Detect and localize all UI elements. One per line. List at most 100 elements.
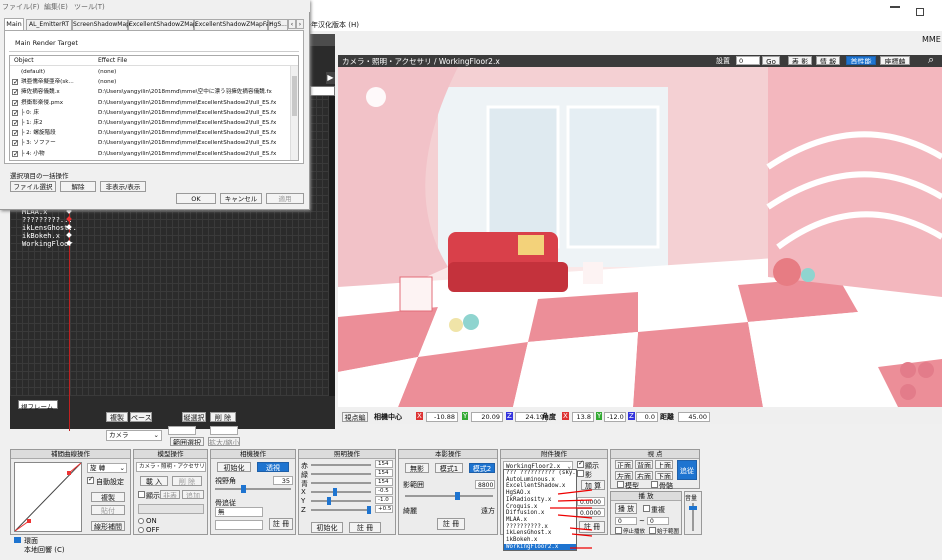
bone-follow-sub-select[interactable] — [215, 520, 263, 530]
light-x-input[interactable]: -0.5 — [375, 487, 393, 495]
center-y-input[interactable]: 20.09 — [471, 412, 503, 422]
effect-list[interactable]: Object Effect File (default)(none)琪亜儒帝擬亜… — [9, 55, 299, 161]
curve-handle-start[interactable] — [27, 519, 31, 523]
interp-type-select[interactable]: 旋 轉 ⌄ — [87, 463, 127, 473]
light-y-input[interactable]: -1.0 — [375, 496, 393, 504]
vertical-select-button[interactable]: 縦選択 — [182, 412, 206, 422]
apply-button[interactable]: 適用 — [266, 193, 304, 204]
timeline-search-box[interactable] — [310, 86, 335, 96]
angle-z-input[interactable]: 0.0 — [636, 412, 658, 422]
range-to-input[interactable] — [210, 426, 238, 435]
effect-row[interactable]: 摂衝彰楽侵.pmx D:\Users\yangyilin\2018mmd\mme\… — [10, 98, 290, 108]
play-to-input[interactable]: 0 — [647, 517, 669, 525]
light-y-slider[interactable] — [311, 500, 371, 502]
effect-row-checkbox[interactable] — [12, 108, 19, 118]
add-button[interactable]: 追加 — [182, 490, 204, 499]
shadow-range-thumb[interactable] — [455, 492, 460, 500]
model-view-checkbox[interactable] — [617, 481, 624, 488]
tab-main[interactable]: Main — [4, 18, 24, 30]
effect-row-checkbox[interactable] — [12, 87, 19, 97]
green-slider[interactable] — [311, 473, 371, 475]
center-x-input[interactable]: -10.88 — [426, 412, 458, 422]
light-register-button[interactable]: 註 冊 — [349, 522, 381, 533]
range-select-button[interactable]: 範囲選択 — [170, 437, 204, 446]
paste-button[interactable]: ペースト — [130, 412, 152, 422]
menu-file[interactable]: ファイル(F) — [2, 2, 40, 12]
camera-register-button[interactable]: 註 冊 — [269, 518, 293, 530]
distance-input[interactable]: 45.00 — [678, 412, 710, 422]
right-view-button[interactable]: 右面 — [635, 471, 653, 480]
view-angle-slider-thumb[interactable] — [241, 485, 246, 493]
tab-hgs[interactable]: HgS... — [268, 19, 288, 30]
file-select-button[interactable]: ファイル選択 — [10, 181, 56, 192]
col-object-header[interactable]: Object — [14, 57, 34, 64]
tab-scroll-left[interactable]: ‹ — [288, 19, 296, 29]
effect-list-scrollbar[interactable] — [290, 66, 298, 160]
light-init-button[interactable]: 初始化 — [311, 522, 343, 533]
top-view-button[interactable]: 上面 — [655, 460, 673, 469]
model-delete-button[interactable]: 削 除 — [172, 476, 202, 486]
info-button[interactable]: 情 報 — [816, 56, 840, 65]
effect-row[interactable]: ├ 2: 螺旋階段 D:\Users\yangyilin\2018mmd\mme\… — [10, 128, 290, 138]
effect-row[interactable]: ├ 1: 床2 D:\Users\yangyilin\2018mmd\mme\Ex… — [10, 118, 290, 128]
tab-scroll-right[interactable]: › — [296, 19, 304, 29]
axis-button[interactable]: 座標軸 — [880, 56, 910, 65]
interp-curve-box[interactable] — [14, 462, 82, 532]
tab-screenshadowmap[interactable]: ScreenShadowMap — [72, 19, 130, 30]
no-shadow-button[interactable]: 無影 — [405, 463, 429, 473]
interp-paste-button[interactable]: 貼付 — [91, 505, 125, 515]
timeline-row[interactable]: WorkingFloor — [22, 240, 73, 248]
effect-row-checkbox[interactable] — [12, 138, 19, 148]
red-slider[interactable] — [311, 464, 371, 466]
angle-y-input[interactable]: -12.0 — [604, 412, 626, 422]
light-y-thumb[interactable] — [327, 497, 331, 505]
angle-x-input[interactable]: 13.8 — [572, 412, 594, 422]
perspective-button[interactable]: 透視 — [257, 462, 289, 472]
frame-input[interactable]: 0 — [736, 56, 760, 65]
effect-row[interactable]: 擁佐摘容儀魏.x D:\Users\yangyilin\2018mmd\mme\空… — [10, 87, 290, 97]
timeline-scrollbar[interactable] — [329, 96, 335, 396]
hide-button[interactable]: 非表 — [160, 490, 180, 499]
light-x-thumb[interactable] — [333, 488, 337, 496]
delete-button[interactable]: 削 除 — [210, 412, 236, 422]
blue-slider[interactable] — [311, 482, 371, 484]
camera-init-button[interactable]: 初始化 — [217, 462, 251, 472]
bottom-view-button[interactable]: 下面 — [655, 471, 673, 480]
range-start-checkbox[interactable] — [649, 527, 656, 534]
copy-button[interactable]: 複製 — [106, 412, 128, 422]
light-z-slider[interactable] — [311, 509, 371, 511]
expand-button[interactable]: 拡大/縮小 — [208, 437, 240, 446]
viewpoint-edit-tab[interactable]: 視点編 — [342, 412, 368, 422]
effect-row[interactable]: ├ 0: 床 D:\Users\yangyilin\2018mmd\mme\Exc… — [10, 108, 290, 118]
minimize-button[interactable] — [890, 6, 900, 8]
timeline-left-arrow[interactable]: ▶ — [326, 72, 335, 84]
effect-row[interactable]: (default) (none) — [10, 67, 290, 77]
play-button[interactable]: 播 放 — [615, 503, 637, 514]
shadow-range-input[interactable]: 8800 — [475, 480, 495, 489]
range-from-input[interactable] — [168, 426, 196, 435]
effect-row-checkbox[interactable] — [12, 118, 19, 128]
col-effect-header[interactable]: Effect File — [98, 57, 127, 64]
follow-button[interactable]: 追從 — [677, 460, 697, 480]
mme-label[interactable]: MME — [922, 35, 941, 44]
red-input[interactable]: 154 — [375, 460, 393, 468]
shadow-range-slider[interactable] — [405, 495, 493, 497]
curve-handle-end[interactable] — [67, 471, 71, 475]
light-z-thumb[interactable] — [367, 506, 371, 514]
shadow-display-button[interactable]: 表 影 — [788, 56, 812, 65]
bone-view-checkbox[interactable] — [651, 481, 658, 488]
menu-edit[interactable]: 編集(E) — [44, 2, 68, 12]
camera-select[interactable]: カメラ ⌄ — [106, 430, 162, 441]
off-radio[interactable] — [138, 527, 144, 533]
stop-checkbox[interactable] — [615, 527, 622, 534]
model-sub-input[interactable] — [138, 504, 204, 514]
scrollbar-thumb[interactable] — [292, 76, 297, 116]
play-from-input[interactable]: 0 — [615, 517, 637, 525]
menu-tools[interactable]: ツール(T) — [74, 2, 105, 12]
tab-esz[interactable]: ExcellentShadowZMap — [128, 19, 197, 30]
hide-show-button[interactable]: 非表示/表示 — [100, 181, 146, 192]
effect-row-checkbox[interactable] — [12, 149, 19, 159]
model-select[interactable]: カメラ・照明・アクセサリ — [136, 462, 206, 472]
go-button[interactable]: Go — [762, 56, 780, 65]
display-checkbox[interactable] — [138, 491, 145, 498]
